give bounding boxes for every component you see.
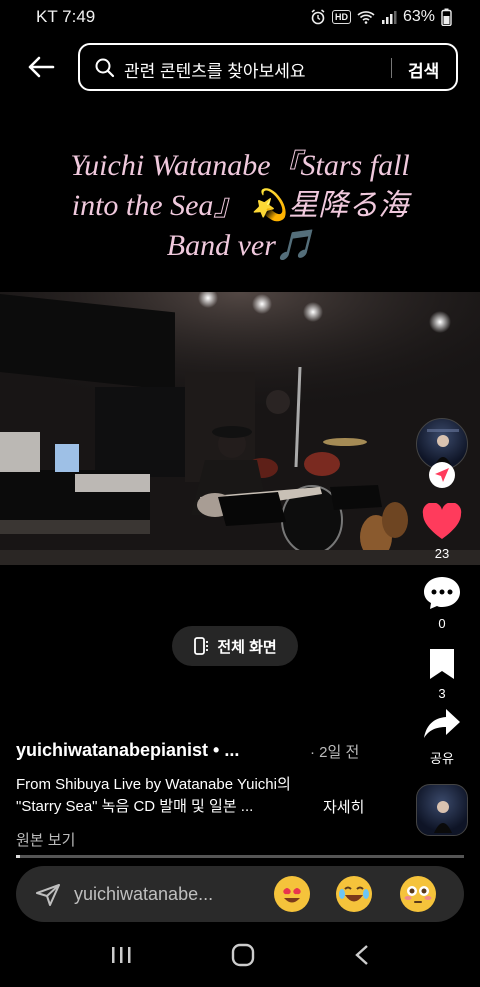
caption-line1: From Shibuya Live by Watanabe Yuichi의 (16, 776, 291, 793)
video-player[interactable] (0, 292, 480, 565)
battery-percent: 63% (402, 8, 435, 25)
send-icon (435, 468, 449, 482)
more-button[interactable]: 자세히 (323, 796, 364, 817)
signal-icon (381, 11, 397, 24)
comment-icon[interactable] (422, 575, 462, 611)
music-avatar[interactable] (416, 784, 468, 836)
send-message-icon[interactable] (36, 884, 60, 906)
search-bar[interactable]: 관련 콘텐츠를 찾아보세요 검색 (78, 43, 458, 91)
fullscreen-button[interactable]: 전체 화면 (172, 626, 298, 666)
comment-action[interactable]: 0 (414, 575, 470, 631)
back-nav-icon[interactable] (354, 944, 370, 966)
laughing-tears-face-icon (337, 877, 371, 911)
music-avatar-wrap[interactable] (414, 784, 470, 836)
save-action[interactable]: 3 (414, 647, 470, 701)
fullscreen-label: 전체 화면 (217, 638, 277, 656)
heart-icon[interactable] (422, 502, 462, 541)
music-avatar-image (434, 801, 452, 833)
view-original-link[interactable]: 원본 보기 (16, 829, 75, 850)
rotate-screen-icon (194, 637, 209, 655)
send-badge[interactable] (429, 462, 455, 488)
share-label: 공유 (430, 751, 454, 766)
back-arrow-icon[interactable] (26, 52, 56, 82)
heart-eyes-face-icon (275, 877, 309, 911)
laughing-tears-emoji[interactable] (336, 876, 372, 912)
like-action[interactable]: 23 (414, 502, 470, 561)
bookmark-icon[interactable] (427, 647, 457, 681)
post-title: Yuichi Watanabe『Stars fall into the Sea』… (20, 146, 460, 266)
search-input[interactable]: 관련 콘텐츠를 찾아보세요 (124, 57, 306, 82)
recent-apps-icon[interactable] (110, 945, 132, 965)
message-bar[interactable]: yuichiwatanabe... (16, 866, 464, 922)
concert-scene (0, 292, 480, 565)
share-arrow-icon[interactable] (422, 707, 462, 741)
save-count: 3 (438, 686, 446, 701)
search-button[interactable]: 검색 (408, 57, 439, 82)
search-header: 관련 콘텐츠를 찾아보세요 검색 (0, 42, 480, 92)
flushed-face-emoji[interactable] (400, 876, 436, 912)
creator-avatar-wrap[interactable] (414, 418, 470, 488)
search-icon (95, 58, 115, 78)
comment-count: 0 (438, 616, 446, 631)
like-count: 23 (434, 546, 450, 561)
post-title-line2: into the Sea』 💫星降る海 (71, 189, 409, 222)
alarm-icon (311, 9, 325, 25)
heart-eyes-emoji[interactable] (274, 876, 310, 912)
search-divider (391, 58, 392, 78)
video-progress-fill (16, 855, 21, 858)
home-icon[interactable] (231, 943, 255, 967)
flushed-face-icon (401, 877, 435, 911)
share-action[interactable]: 공유 (414, 707, 470, 767)
carrier-time: KT 7:49 (36, 7, 96, 26)
post-title-line1: Yuichi Watanabe『Stars fall (70, 149, 410, 182)
hd-badge: HD (331, 10, 351, 24)
message-input[interactable]: yuichiwatanabe... (74, 884, 213, 905)
battery-icon (441, 8, 452, 26)
username[interactable]: yuichiwatanabepianist • ... (16, 740, 239, 761)
wifi-icon (357, 11, 375, 24)
post-title-line3: Band ver🎵 (166, 229, 314, 262)
status-bar: KT 7:49 HD 63% (0, 0, 480, 34)
post-date: · 2일 전 (310, 744, 360, 761)
system-nav-bar (0, 922, 480, 987)
video-progress-bar[interactable] (16, 855, 464, 858)
